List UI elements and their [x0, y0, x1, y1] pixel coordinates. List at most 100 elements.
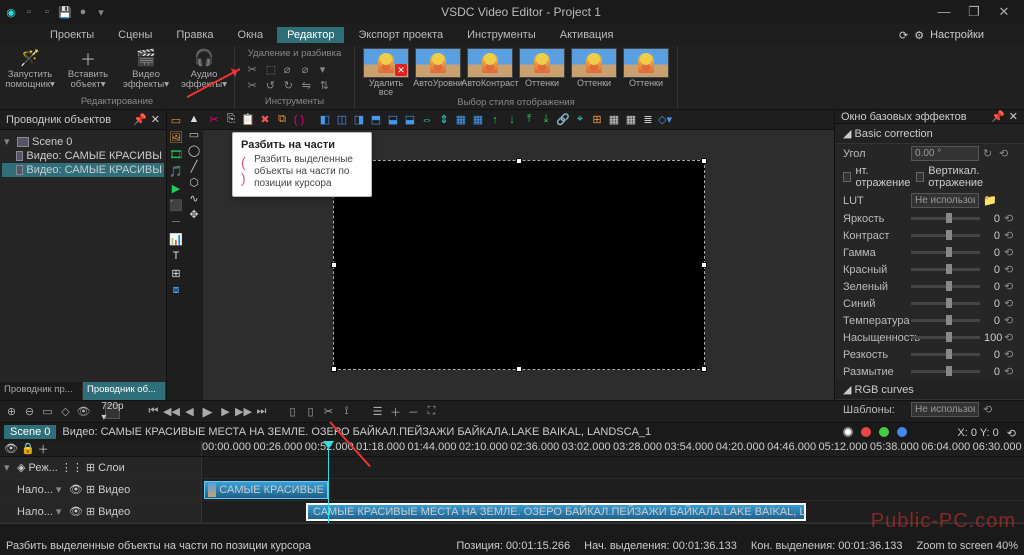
curve-rgb-dot[interactable]: [843, 427, 853, 437]
new-icon[interactable]: ▫: [22, 5, 36, 19]
close-button[interactable]: ✕: [994, 4, 1014, 20]
tb-link-icon[interactable]: 🔗: [556, 113, 570, 127]
panel2-close-icon[interactable]: ✕: [1009, 110, 1018, 123]
slider-reset-3[interactable]: ⟲: [1004, 263, 1016, 276]
menu-activation[interactable]: Активация: [550, 27, 624, 43]
timeline-ruler[interactable]: 👁 🔒 ＋ 00:00.00000:26.00000:52.00001:18.0…: [0, 441, 1024, 457]
track-eye-icon[interactable]: 👁: [4, 442, 18, 455]
tb-group-icon[interactable]: ⊞: [590, 113, 604, 127]
audio-effects-button[interactable]: 🎧Аудио эффекты▾: [180, 48, 228, 90]
track2-name[interactable]: Нало...: [17, 506, 53, 518]
tb-more-icon[interactable]: ◇▾: [658, 113, 672, 127]
cursor-icon[interactable]: ▲: [189, 113, 200, 125]
play-button[interactable]: ▶: [200, 404, 215, 419]
rotate-left-icon[interactable]: ↺: [266, 79, 280, 93]
slider-4[interactable]: [911, 285, 980, 288]
tb-align-t-icon[interactable]: ⬒: [369, 113, 383, 127]
split-icon[interactable]: ⬚: [266, 63, 280, 77]
slider-1[interactable]: [911, 234, 980, 237]
tool-c-icon[interactable]: ▾: [320, 63, 334, 77]
tl-zoom-in-icon[interactable]: ＋: [388, 404, 403, 419]
add-image-icon[interactable]: 🖼: [169, 130, 183, 144]
video-effects-button[interactable]: 🎬Видео эффекты▾: [122, 48, 170, 90]
tl-crop-icon[interactable]: ⟟: [339, 404, 354, 419]
lut-select[interactable]: [911, 193, 979, 208]
tl-zoom-out-icon[interactable]: －: [406, 404, 421, 419]
settings-label[interactable]: Настройки: [930, 29, 984, 41]
clip-1[interactable]: САМЫЕ КРАСИВЫЕ: [204, 481, 328, 499]
menu-windows[interactable]: Окна: [228, 27, 274, 43]
rgb-curves-section[interactable]: ◢ RGB curves: [835, 380, 1024, 400]
curve-blue-dot[interactable]: [897, 427, 907, 437]
tb-dist-v-icon[interactable]: ⇕: [437, 113, 451, 127]
angle-input[interactable]: [911, 146, 979, 161]
add-sprite-icon[interactable]: ▭: [169, 113, 183, 127]
flip-v-icon[interactable]: ⇅: [320, 79, 334, 93]
add-line-icon[interactable]: ─: [169, 215, 183, 229]
slider-8[interactable]: [911, 353, 980, 356]
tb-back-icon[interactable]: ⤓: [539, 113, 553, 127]
tree-item-2[interactable]: Видео: САМЫЕ КРАСИВЫ: [26, 164, 162, 176]
step-back-icon[interactable]: ◀: [182, 404, 197, 419]
left-tab-objects[interactable]: Проводник об...: [83, 382, 166, 400]
skip-start-icon[interactable]: ⏮: [146, 404, 161, 419]
scene-button[interactable]: Scene 0: [4, 425, 56, 439]
maximize-button[interactable]: ❐: [964, 4, 984, 20]
menu-scenes[interactable]: Сцены: [108, 27, 162, 43]
style-tint-2[interactable]: Оттенки: [569, 48, 619, 97]
tool-b-icon[interactable]: ⌀: [302, 63, 316, 77]
track-lock-icon[interactable]: 🔒: [21, 442, 35, 455]
flip-v-check[interactable]: [916, 172, 924, 182]
slider-9[interactable]: [911, 370, 980, 373]
clip-2[interactable]: САМЫЕ КРАСИВЫЕ МЕСТА НА ЗЕМЛЕ. ОЗЕРО БАЙ…: [306, 503, 806, 521]
tl-props-icon[interactable]: ☰: [370, 404, 385, 419]
menu-edit[interactable]: Правка: [166, 27, 223, 43]
curve-green-dot[interactable]: [879, 427, 889, 437]
gear-icon[interactable]: ⚙: [914, 29, 924, 42]
tb-up-icon[interactable]: ↑: [488, 113, 502, 127]
style-autocontrast[interactable]: АвтоКонтраст: [465, 48, 515, 97]
mark-in-icon[interactable]: ▯: [285, 404, 300, 419]
minimize-button[interactable]: —: [934, 4, 954, 20]
add-counter-icon[interactable]: ⧇: [169, 283, 183, 297]
tb-align-r-icon[interactable]: ◨: [352, 113, 366, 127]
tl-eye-icon[interactable]: 👁: [76, 404, 91, 419]
tb-grid-icon[interactable]: ▦: [607, 113, 621, 127]
open-icon[interactable]: ▫: [40, 5, 54, 19]
style-delete-all[interactable]: ✕Удалить все: [361, 48, 411, 97]
tb-down-icon[interactable]: ↓: [505, 113, 519, 127]
tb-same-w-icon[interactable]: ▦: [454, 113, 468, 127]
add-slideshow-icon[interactable]: ▶: [169, 181, 183, 195]
shape-rect-icon[interactable]: ▭: [189, 128, 199, 141]
slider-reset-7[interactable]: ⟲: [1004, 331, 1016, 344]
skip-end-icon[interactable]: ⏭: [254, 404, 269, 419]
dropdown-icon[interactable]: ▾: [94, 5, 108, 19]
tl-cut-icon[interactable]: ✂: [321, 404, 336, 419]
shape-free-icon[interactable]: ∿: [189, 192, 198, 205]
pin-icon[interactable]: 📌: [133, 113, 147, 126]
pin2-icon[interactable]: 📌: [991, 110, 1005, 123]
menu-tools[interactable]: Инструменты: [457, 27, 546, 43]
tb-grid2-icon[interactable]: ▦: [624, 113, 638, 127]
menu-projects[interactable]: Проекты: [40, 27, 104, 43]
add-tooltip-icon[interactable]: ⊞: [169, 266, 183, 280]
prev-frame-icon[interactable]: ◀◀: [164, 404, 179, 419]
video-canvas[interactable]: [333, 160, 705, 370]
tl-add-icon[interactable]: ⊕: [4, 404, 19, 419]
cut2-icon[interactable]: ✂: [248, 79, 262, 93]
style-tint-3[interactable]: Оттенки: [621, 48, 671, 97]
sync-icon[interactable]: ⟳: [899, 29, 908, 42]
tree-scene[interactable]: Scene 0: [32, 136, 72, 148]
move-icon[interactable]: ✥: [189, 208, 198, 221]
shape-poly-icon[interactable]: ⬡: [189, 176, 199, 189]
slider-reset-4[interactable]: ⟲: [1004, 280, 1016, 293]
object-tree[interactable]: ▾Scene 0 Видео: САМЫЕ КРАСИВЫ Видео: САМ…: [0, 130, 166, 382]
slider-2[interactable]: [911, 251, 980, 254]
slider-reset-1[interactable]: ⟲: [1004, 229, 1016, 242]
menu-export[interactable]: Экспорт проекта: [348, 27, 453, 43]
tb-movefree-icon[interactable]: ⌖: [573, 113, 587, 127]
wizard-button[interactable]: 🪄Запустить помощник▾: [6, 48, 54, 90]
templates-select[interactable]: [911, 402, 979, 417]
insert-object-button[interactable]: ＋Вставить объект▾: [64, 48, 112, 90]
record-icon[interactable]: ●: [76, 5, 90, 19]
